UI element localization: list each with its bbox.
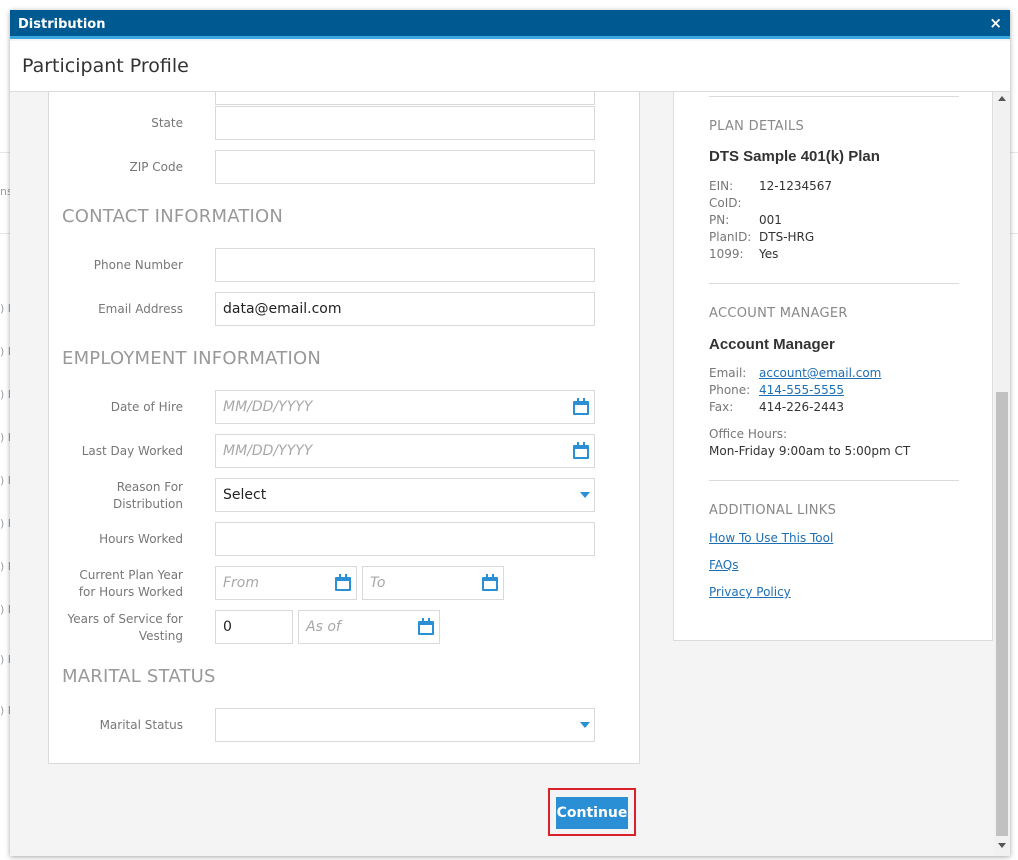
scroll-up-arrow-icon[interactable] — [998, 96, 1006, 101]
phone-label: Phone Number — [93, 258, 183, 272]
scroll-down-arrow-icon[interactable] — [998, 843, 1006, 848]
calendar-icon[interactable] — [482, 574, 498, 591]
divider — [709, 96, 959, 97]
divider — [709, 480, 959, 481]
scrollbar[interactable] — [994, 92, 1010, 856]
marital-section-title: MARITAL STATUS — [62, 666, 216, 687]
years-of-service-field[interactable]: 0 — [215, 610, 293, 644]
plan-year-label-line1: Current Plan Year — [79, 568, 183, 582]
account-manager-name: Account Manager — [709, 336, 835, 353]
participant-form: State ZIP Code CONTACT INFORMATION Phone… — [48, 92, 640, 764]
modal-titlebar: Distribution × — [10, 10, 1010, 39]
state-label: State — [151, 116, 183, 130]
hours-field[interactable] — [215, 522, 595, 556]
city-field[interactable] — [215, 92, 595, 105]
office-hours-value: Mon-Friday 9:00am to 5:00pm CT — [709, 444, 911, 458]
marital-status-select[interactable] — [215, 708, 595, 742]
email-field[interactable]: data@email.com — [215, 292, 595, 326]
years-label-line1: Years of Service for — [67, 612, 183, 626]
plan-details-heading: PLAN DETAILS — [709, 119, 805, 134]
divider — [709, 283, 959, 284]
manager-fax-row: Fax: 414-226-2443 — [709, 400, 845, 414]
reason-label-line1: Reason For — [116, 480, 183, 494]
modal-title: Distribution — [18, 17, 106, 32]
modal-content[interactable]: State ZIP Code CONTACT INFORMATION Phone… — [10, 92, 1010, 856]
plan-1099-row: 1099: Yes — [709, 247, 779, 261]
link-privacy-policy[interactable]: Privacy Policy — [709, 584, 791, 601]
manager-email-row: Email: account@email.com — [709, 366, 882, 380]
continue-button[interactable]: Continue — [556, 797, 628, 829]
manager-phone-link[interactable]: 414-555-5555 — [759, 383, 844, 397]
zip-label: ZIP Code — [129, 160, 183, 174]
manager-email-link[interactable]: account@email.com — [759, 366, 881, 380]
calendar-icon[interactable] — [335, 574, 351, 591]
plan-year-label-line2: for Hours Worked — [78, 585, 183, 599]
last-day-label: Last Day Worked — [81, 444, 183, 458]
marital-status-label: Marital Status — [99, 718, 183, 732]
chevron-down-icon[interactable] — [580, 722, 590, 728]
page-header: Participant Profile — [10, 41, 1010, 92]
plan-name: DTS Sample 401(k) Plan — [709, 148, 880, 165]
additional-links-heading: ADDITIONAL LINKS — [709, 503, 837, 518]
hours-label: Hours Worked — [99, 532, 183, 546]
scrollbar-thumb[interactable] — [996, 392, 1008, 836]
last-day-field[interactable]: MM/DD/YYYY — [215, 434, 595, 468]
close-icon[interactable]: × — [989, 14, 1002, 32]
calendar-icon[interactable] — [573, 442, 589, 459]
hire-date-label: Date of Hire — [110, 400, 183, 414]
calendar-icon[interactable] — [418, 618, 434, 635]
state-field[interactable] — [215, 106, 595, 140]
zip-field[interactable] — [215, 150, 595, 184]
phone-field[interactable] — [215, 248, 595, 282]
years-label-line2: Vesting — [138, 629, 183, 643]
reason-label-line2: Distribution — [112, 497, 183, 511]
plan-coid-row: CoID: — [709, 196, 742, 210]
manager-phone-row: Phone: 414-555-5555 — [709, 383, 845, 397]
distribution-modal: Distribution × Participant Profile State… — [10, 10, 1010, 856]
plan-info-sidebar: PLAN DETAILS DTS Sample 401(k) Plan EIN:… — [673, 92, 993, 641]
hire-date-field[interactable]: MM/DD/YYYY — [215, 390, 595, 424]
plan-pn-row: PN: 001 — [709, 213, 782, 227]
plan-id-row: PlanID: DTS-HRG — [709, 230, 815, 244]
employment-section-title: EMPLOYMENT INFORMATION — [62, 348, 321, 369]
link-faqs[interactable]: FAQs — [709, 557, 739, 574]
contact-section-title: CONTACT INFORMATION — [62, 206, 284, 227]
account-manager-heading: ACCOUNT MANAGER — [709, 306, 848, 321]
page-title: Participant Profile — [22, 55, 189, 77]
email-label: Email Address — [98, 302, 183, 316]
link-how-to-use[interactable]: How To Use This Tool — [709, 530, 833, 547]
plan-ein-row: EIN: 12-1234567 — [709, 179, 833, 193]
calendar-icon[interactable] — [573, 398, 589, 415]
office-hours-label: Office Hours: — [709, 427, 788, 441]
chevron-down-icon[interactable] — [580, 492, 590, 498]
reason-select[interactable]: Select — [215, 478, 595, 512]
